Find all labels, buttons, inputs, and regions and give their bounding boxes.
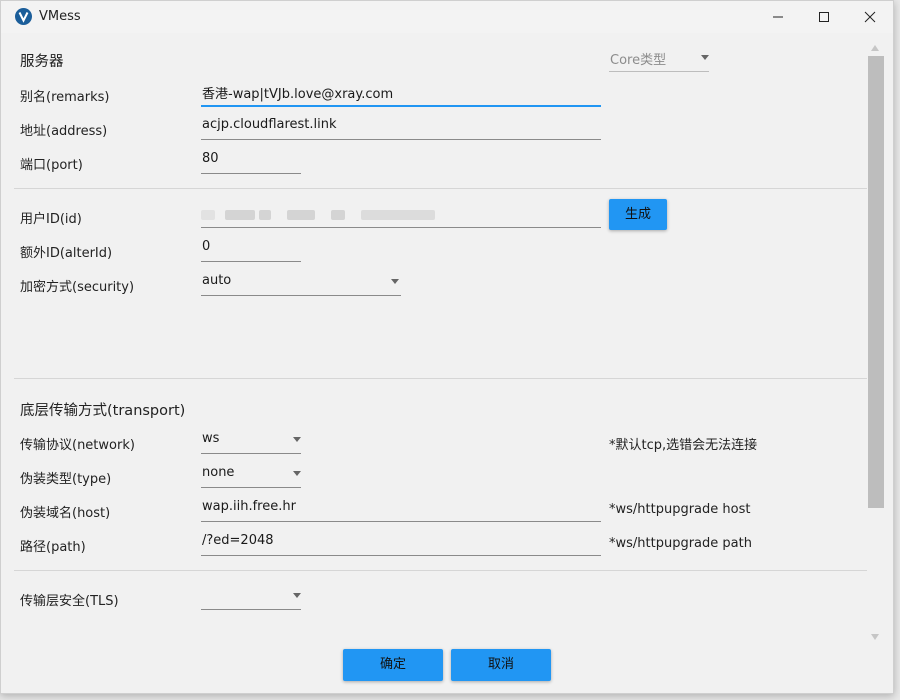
type-label: 伪装类型(type) xyxy=(20,472,112,487)
dropdown-caret-icon xyxy=(293,437,301,442)
port-value: 80 xyxy=(202,151,219,166)
host-label: 伪装域名(host) xyxy=(20,506,111,521)
port-input[interactable]: 80 xyxy=(201,147,301,174)
security-value: auto xyxy=(202,273,232,288)
close-button[interactable] xyxy=(847,1,893,33)
minimize-icon xyxy=(773,16,783,18)
vmess-dialog: VMess 服务器 Core类型 别名(remarks) 香港-wap|tVJb… xyxy=(0,0,894,694)
redacted-mark xyxy=(287,210,315,220)
host-input[interactable]: wap.iih.free.hr xyxy=(201,495,601,522)
redacted-mark xyxy=(225,210,255,220)
dropdown-caret-icon xyxy=(293,593,301,598)
path-value: /?ed=2048 xyxy=(202,533,274,548)
ok-button[interactable]: 确定 xyxy=(343,649,443,681)
alterid-label: 额外ID(alterId) xyxy=(20,246,113,261)
port-label: 端口(port) xyxy=(20,158,83,173)
host-hint: *ws/httpupgrade host xyxy=(609,502,751,517)
transport-heading: 底层传输方式(transport) xyxy=(20,403,186,419)
section-divider xyxy=(14,188,867,189)
redacted-mark xyxy=(259,210,271,220)
tls-label: 传输层安全(TLS) xyxy=(20,594,119,609)
section-divider xyxy=(14,570,867,571)
network-hint: *默认tcp,选错会无法连接 xyxy=(609,438,758,453)
minimize-button[interactable] xyxy=(755,1,801,33)
remarks-label: 别名(remarks) xyxy=(20,90,110,105)
path-label: 路径(path) xyxy=(20,540,86,555)
security-label: 加密方式(security) xyxy=(20,280,135,295)
address-value: acjp.cloudflarest.link xyxy=(202,117,337,132)
network-select[interactable]: ws xyxy=(201,427,301,454)
userid-label: 用户ID(id) xyxy=(20,212,82,227)
dropdown-caret-icon xyxy=(391,279,399,284)
core-type-select[interactable]: Core类型 xyxy=(609,45,709,72)
section-divider xyxy=(14,378,867,379)
core-type-placeholder: Core类型 xyxy=(610,53,667,68)
scroll-down-icon[interactable] xyxy=(871,634,879,640)
dropdown-caret-icon xyxy=(293,471,301,476)
redacted-mark xyxy=(331,210,345,220)
tls-select[interactable] xyxy=(201,583,301,610)
vertical-scrollbar[interactable] xyxy=(867,40,885,652)
security-select[interactable]: auto xyxy=(201,269,401,296)
title-bar: VMess xyxy=(1,1,893,33)
remarks-value: 香港-wap|tVJb.love@xray.com xyxy=(202,87,394,102)
generate-button[interactable]: 生成 xyxy=(609,199,667,230)
redacted-mark xyxy=(201,210,215,220)
server-heading: 服务器 xyxy=(20,54,64,70)
close-icon xyxy=(864,11,876,23)
alterid-value: 0 xyxy=(202,239,211,254)
maximize-button[interactable] xyxy=(801,1,847,33)
path-input[interactable]: /?ed=2048 xyxy=(201,529,601,556)
type-value: none xyxy=(202,465,235,480)
type-select[interactable]: none xyxy=(201,461,301,488)
network-label: 传输协议(network) xyxy=(20,438,135,453)
scroll-up-icon[interactable] xyxy=(871,45,879,51)
address-input[interactable]: acjp.cloudflarest.link xyxy=(201,113,601,140)
address-label: 地址(address) xyxy=(20,124,108,139)
network-value: ws xyxy=(202,431,220,446)
dropdown-caret-icon xyxy=(701,55,709,60)
redacted-mark xyxy=(361,210,435,220)
scrollbar-thumb[interactable] xyxy=(868,56,884,508)
form-area: 服务器 Core类型 别名(remarks) 香港-wap|tVJb.love@… xyxy=(1,33,893,693)
window-title: VMess xyxy=(39,9,81,24)
remarks-input[interactable]: 香港-wap|tVJb.love@xray.com xyxy=(201,79,601,107)
maximize-icon xyxy=(819,12,829,22)
cancel-button[interactable]: 取消 xyxy=(451,649,551,681)
host-value: wap.iih.free.hr xyxy=(202,499,296,514)
vmess-app-icon xyxy=(15,8,32,25)
userid-input[interactable] xyxy=(201,201,601,228)
alterid-input[interactable]: 0 xyxy=(201,235,301,262)
path-hint: *ws/httpupgrade path xyxy=(609,536,752,551)
